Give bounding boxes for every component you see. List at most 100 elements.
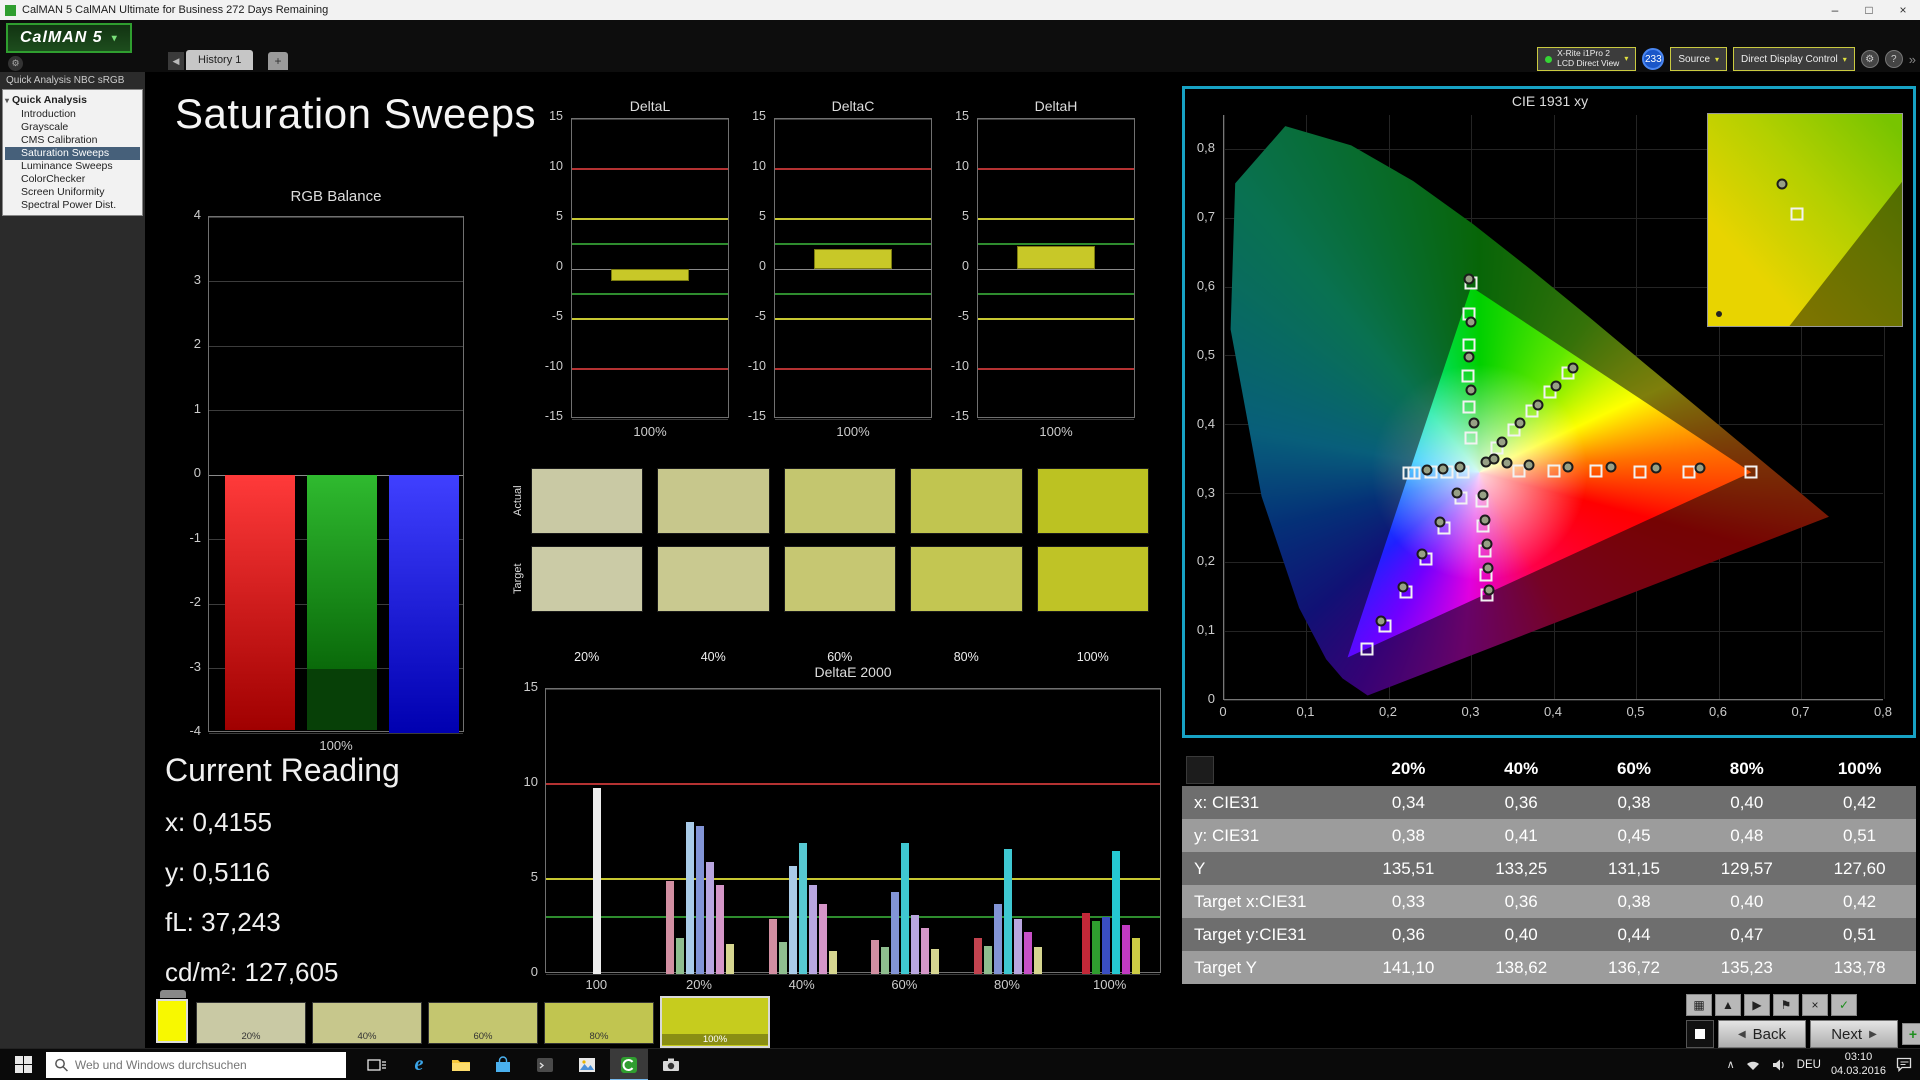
table-cell: 127,60 (1833, 858, 1886, 878)
app-header: CalMAN 5 ▾ ⚙ ◀ History 1 + X-Rite i1Pro … (0, 20, 1920, 72)
cie-target-point (1462, 338, 1476, 352)
chart-title: DeltaH (1034, 98, 1078, 114)
cie-target-point (1633, 465, 1647, 479)
cie-measured-point (1421, 464, 1433, 476)
sidebar-root-quick-analysis[interactable]: ▾ Quick Analysis (5, 93, 140, 108)
search-input[interactable] (74, 1057, 338, 1072)
taskbar-task-view-icon[interactable] (358, 1049, 396, 1080)
calman-logo-menu[interactable]: CalMAN 5 ▾ (6, 23, 132, 53)
quick-settings-gear-icon[interactable]: ⚙ (8, 56, 23, 71)
chevron-down-icon: ▾ (1842, 54, 1847, 64)
current-color-swatch[interactable] (156, 999, 188, 1043)
tab-history-1[interactable]: History 1 (186, 50, 254, 70)
cie-measured-point (1479, 514, 1491, 526)
target-swatch (1036, 546, 1150, 612)
back-button[interactable]: ◀ Back (1718, 1020, 1806, 1048)
chart-title: CIE 1931 xy (1511, 93, 1589, 109)
close-nav-button[interactable]: × (1802, 994, 1828, 1016)
table-cell: 135,51 (1382, 858, 1435, 878)
taskbar-console-icon[interactable] (526, 1049, 564, 1080)
sidebar-item-cms-calibration[interactable]: CMS Calibration (5, 134, 140, 147)
start-button[interactable] (0, 1049, 46, 1080)
workflow-title: Quick Analysis NBC sRGB (6, 75, 125, 86)
sidebar-item-introduction[interactable]: Introduction (5, 108, 140, 121)
play-nav-button[interactable]: ▶ (1744, 994, 1770, 1016)
saturation-thumb-40%[interactable]: 40% (312, 1002, 422, 1044)
cie-measured-point (1488, 453, 1500, 465)
footer-nav-row2: ◀ Back Next ▶ + (1686, 1020, 1920, 1048)
stop-button[interactable] (1686, 1020, 1714, 1048)
maximize-button[interactable]: □ (1852, 0, 1886, 20)
network-icon[interactable] (1745, 1058, 1761, 1072)
table-cell: 138,62 (1495, 957, 1548, 977)
chart-deltac: DeltaC 15 10 5 0 -5 -10 -15 100% (740, 98, 936, 448)
sidebar-item-spectral-power-dist-[interactable]: Spectral Power Dist. (5, 199, 140, 212)
taskbar-search[interactable] (46, 1051, 346, 1078)
deltae-bar (798, 842, 807, 974)
sidebar-item-colorchecker[interactable]: ColorChecker (5, 173, 140, 186)
deltae-group-label: 100% (1093, 977, 1127, 992)
display-control-dropdown[interactable]: Direct Display Control ▾ (1733, 47, 1855, 71)
cie-measured-point (1481, 538, 1493, 550)
taskbar-file-explorer-icon[interactable] (442, 1049, 480, 1080)
up-nav-button[interactable]: ▲ (1715, 994, 1741, 1016)
tray-time: 03:10 (1844, 1050, 1873, 1063)
taskbar-camera-icon[interactable] (652, 1049, 690, 1080)
taskbar-store-icon[interactable] (484, 1049, 522, 1080)
cie-measured-point (1483, 584, 1495, 596)
swatch-col-label: 100% (1076, 650, 1109, 664)
saturation-thumb-80%[interactable]: 80% (544, 1002, 654, 1044)
collapse-left-icon[interactable]: ◀ (168, 52, 184, 70)
next-button[interactable]: Next ▶ (1810, 1020, 1898, 1048)
speaker-icon[interactable] (1771, 1058, 1787, 1072)
table-header-cell: 20% (1391, 759, 1426, 778)
add-tab-button[interactable]: + (268, 52, 288, 70)
reading-x: x: 0,4155 (165, 807, 272, 837)
table-row: Target x:CIE31 0,33 0,36 0,38 0,40 0,42 (1182, 885, 1916, 918)
settings-gear-button[interactable]: ⚙ (1860, 50, 1879, 68)
cie-target-point (1360, 642, 1374, 656)
taskbar-calman-icon[interactable] (610, 1048, 648, 1080)
logo-text: CalMAN 5 (20, 29, 103, 46)
cie-target-point (1462, 400, 1476, 414)
cie-ylabels: 0 0,1 0,2 0,3 0,4 0,5 0,6 0,7 0,8 (1196, 140, 1215, 706)
taskbar-clock[interactable]: 03:10 04.03.2016 (1831, 1051, 1886, 1079)
cie-measured-point (1463, 351, 1475, 363)
deltae-chart: DeltaE 2000 15 10 5 0 100 20% 40% 60% 80% 100% (513, 664, 1161, 1000)
close-button[interactable]: × (1886, 0, 1920, 20)
saturation-thumb-100%[interactable]: 100% (660, 996, 770, 1048)
table-cell: 0,48 (1730, 825, 1764, 845)
collapse-right-icon[interactable]: » (1909, 52, 1916, 67)
sidebar-item-screen-uniformity[interactable]: Screen Uniformity (5, 186, 140, 199)
language-indicator[interactable]: DEU (1797, 1059, 1821, 1071)
tray-expand-icon[interactable]: ∧ (1727, 1058, 1735, 1071)
action-center-icon[interactable] (1896, 1057, 1912, 1072)
cie-measured-point (1550, 380, 1562, 392)
saturation-thumb-20%[interactable]: 20% (196, 1002, 306, 1044)
layout-nav-button[interactable]: ▦ (1686, 994, 1712, 1016)
deltae-bar (871, 939, 880, 974)
x-axis-label: 100% (633, 424, 667, 439)
deltae-group-label: 80% (993, 977, 1020, 992)
sidebar-item-saturation-sweeps[interactable]: Saturation Sweeps (5, 147, 140, 160)
help-button[interactable]: ? (1884, 50, 1903, 68)
source-dropdown[interactable]: Source ▾ (1670, 47, 1728, 71)
swatch-col-label: 20% (574, 650, 600, 664)
flag-nav-button[interactable]: ⚑ (1773, 994, 1799, 1016)
minimize-button[interactable]: – (1818, 0, 1852, 20)
meter-dropdown[interactable]: X-Rite i1Pro 2 LCD Direct View ▾ (1537, 47, 1637, 71)
deltae-ylabels: 15 10 5 0 (523, 679, 538, 979)
sidebar-item-luminance-sweeps[interactable]: Luminance Sweeps (5, 160, 140, 173)
cie-target-point (1790, 207, 1804, 221)
check-nav-button[interactable]: ✓ (1831, 994, 1857, 1016)
saturation-thumb-60%[interactable]: 60% (428, 1002, 538, 1044)
taskbar: e ∧ DEU 03:10 04.03.2016 (0, 1048, 1920, 1080)
table-cell: 0,40 (1730, 792, 1764, 812)
page-title: Saturation Sweeps (175, 90, 537, 137)
table-row: y: CIE31 0,38 0,41 0,45 0,48 0,51 (1182, 819, 1916, 852)
taskbar-photos-icon[interactable] (568, 1049, 606, 1080)
sidebar-item-grayscale[interactable]: Grayscale (5, 121, 140, 134)
add-button[interactable]: + (1902, 1023, 1920, 1045)
taskbar-edge-icon[interactable]: e (400, 1049, 438, 1080)
cie-measured-point (1501, 457, 1513, 469)
